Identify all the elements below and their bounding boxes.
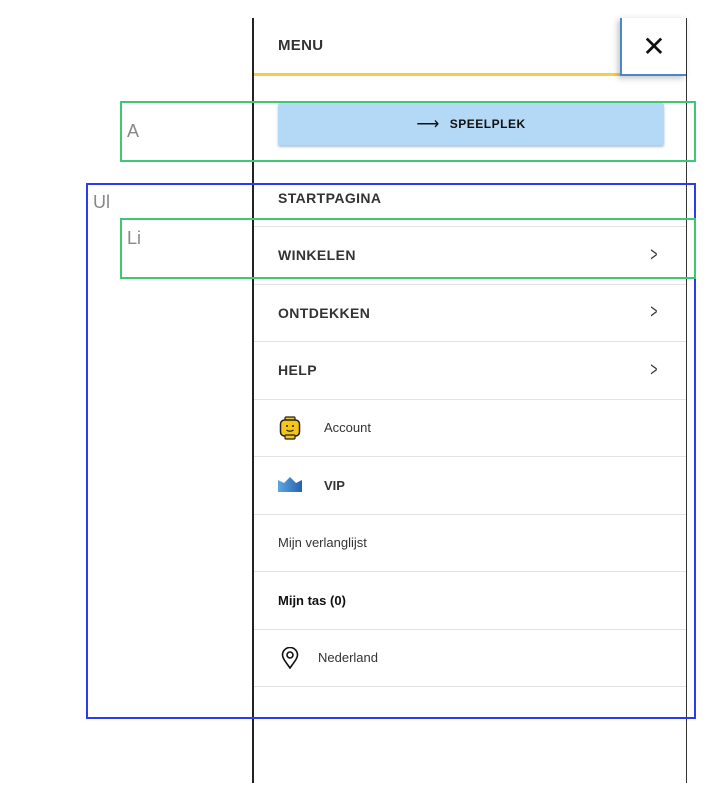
chevron-right-icon: > — [650, 301, 658, 324]
chevron-right-icon: > — [650, 358, 658, 381]
menu-item-label: Account — [324, 420, 371, 436]
menu-item-label: HELP — [278, 362, 317, 379]
menu-item-tas[interactable]: Mijn tas (0) — [254, 572, 686, 630]
minifig-head-icon — [278, 416, 302, 440]
speelplek-button[interactable]: ⟶ SPEELPLEK — [278, 103, 664, 145]
menu-item-ontdekken[interactable]: ONTDEKKEN > — [254, 285, 686, 342]
close-button[interactable]: ✕ — [620, 18, 686, 76]
menu-item-label: WINKELEN — [278, 247, 356, 264]
menu-list: STARTPAGINA WINKELEN > ONTDEKKEN > HELP > A… — [254, 170, 686, 687]
menu-item-winkelen[interactable]: WINKELEN > — [254, 227, 686, 285]
menu-item-nederland[interactable]: Nederland — [254, 630, 686, 687]
overlay-ul-label: Ul — [93, 192, 110, 212]
chevron-right-icon: > — [650, 243, 658, 266]
vip-crown-icon — [278, 477, 302, 493]
menu-item-startpagina[interactable]: STARTPAGINA — [254, 170, 686, 227]
menu-item-label: Nederland — [318, 650, 378, 666]
menu-item-label: ONTDEKKEN — [278, 304, 371, 321]
menu-item-label: VIP — [324, 477, 345, 493]
menu-item-vip[interactable]: VIP — [254, 457, 686, 515]
menu-item-verlanglijst[interactable]: Mijn verlanglijst — [254, 515, 686, 572]
menu-item-label: Mijn tas (0) — [278, 592, 346, 608]
menu-item-help[interactable]: HELP > — [254, 342, 686, 400]
menu-item-account[interactable]: Account — [254, 400, 686, 457]
location-pin-icon — [278, 646, 302, 669]
arrow-right-icon: ⟶ — [416, 116, 440, 133]
menu-title: MENU — [278, 37, 324, 54]
overlay-li-label: Li — [127, 228, 142, 248]
menu-item-label: Mijn verlanglijst — [278, 535, 367, 551]
menu-panel: MENU ✕ ⟶ SPEELPLEK STARTPAGINA WINKELEN >… — [252, 18, 687, 783]
menu-item-label: STARTPAGINA — [278, 190, 382, 206]
speelplek-label: SPEELPLEK — [449, 117, 526, 131]
overlay-a-label: A — [127, 121, 140, 141]
close-icon: ✕ — [642, 30, 666, 62]
menu-header: MENU ✕ — [254, 18, 686, 76]
